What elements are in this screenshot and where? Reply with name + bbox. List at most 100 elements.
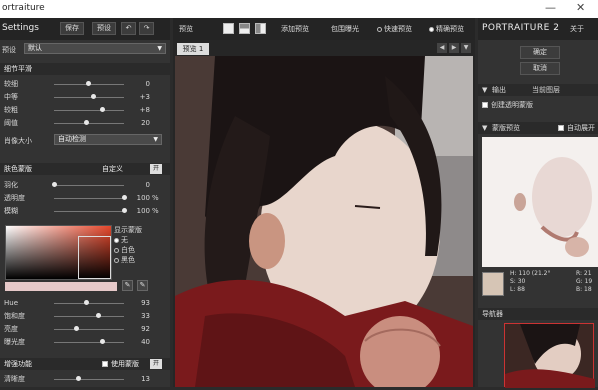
chevron-down-icon: ▼: [157, 45, 162, 52]
portrait-size-label: 肖像大小: [4, 137, 32, 145]
slider-track[interactable]: [54, 110, 124, 111]
split-vertical-icon[interactable]: [255, 23, 266, 34]
enhance-title: 增强功能: [4, 360, 32, 368]
enhance-section-header[interactable]: 增强功能 使用蒙版 开: [0, 358, 170, 370]
option-label: 无: [121, 236, 128, 244]
hue-row: Hue 93: [0, 298, 170, 308]
fine-preview-radio[interactable]: 精确预览: [429, 23, 464, 35]
use-mask-label: 使用蒙版: [111, 360, 139, 368]
window-titlebar: ortraiture — ✕: [0, 0, 598, 18]
color-readout: H: 110 (21.2° R: 21 S: 30 G: 19 L: 88 B: 18: [510, 270, 596, 294]
slider-value: 40: [141, 338, 150, 346]
toggle-icon[interactable]: 开: [150, 164, 162, 174]
preset-select[interactable]: 默认 ▼: [24, 43, 166, 54]
radio-icon: [114, 257, 119, 263]
slider-track[interactable]: [54, 316, 124, 317]
mask-preview-section: ▼ 蒙版预览 自动展开: [478, 122, 598, 134]
preset-label: 预设: [2, 46, 16, 54]
slider-track[interactable]: [54, 97, 124, 98]
slider-track[interactable]: [54, 123, 124, 124]
quick-preview-label: 快速预览: [384, 25, 412, 33]
detail-section-header[interactable]: 细节平滑: [0, 63, 170, 75]
slider-track[interactable]: [54, 198, 124, 199]
slider-value: +3: [139, 93, 150, 101]
toggle-icon[interactable]: 开: [150, 359, 162, 369]
slider-value: +8: [139, 106, 150, 114]
cancel-button[interactable]: 取消: [520, 62, 560, 75]
eyedropper-icon[interactable]: ✎: [122, 280, 133, 291]
slider-knob[interactable]: [100, 107, 105, 112]
close-button[interactable]: ✕: [576, 1, 585, 14]
slider-track[interactable]: [54, 303, 124, 304]
option-label: 白色: [121, 246, 135, 254]
mask-option-black[interactable]: 黑色: [114, 255, 142, 265]
slider-knob[interactable]: [76, 376, 81, 381]
split-horizontal-icon[interactable]: [239, 23, 250, 34]
mask-preview-title: 蒙版预览: [492, 124, 520, 132]
expand-icon[interactable]: ▼: [482, 122, 487, 134]
color-selection-box[interactable]: [78, 236, 111, 279]
settings-header: Settings 保存 预设 ↶ ↷: [0, 18, 170, 40]
about-button[interactable]: 关于: [570, 24, 584, 34]
slider-track[interactable]: [54, 329, 124, 330]
slider-label: 亮度: [4, 325, 18, 333]
chevron-down-icon[interactable]: ▼: [461, 43, 471, 53]
navigator-thumbnail[interactable]: [504, 323, 595, 388]
output-value[interactable]: 当前图层: [532, 84, 560, 96]
auto-expand-checkbox[interactable]: 自动展开: [558, 122, 595, 134]
preset-button[interactable]: 预设: [92, 22, 116, 35]
slider-knob[interactable]: [91, 94, 96, 99]
portrait-size-select[interactable]: 自动检测 ▼: [54, 134, 162, 145]
redo-button[interactable]: ↷: [139, 22, 154, 35]
save-button[interactable]: 保存: [60, 22, 84, 35]
minimize-button[interactable]: —: [545, 1, 556, 14]
slider-value: 33: [141, 312, 150, 320]
slider-knob[interactable]: [86, 81, 91, 86]
slider-track[interactable]: [54, 342, 124, 343]
single-view-icon[interactable]: [223, 23, 234, 34]
slider-knob[interactable]: [100, 339, 105, 344]
clarity-row: 清晰度 13: [0, 374, 170, 384]
preview-label: 预览: [179, 25, 193, 33]
slider-track[interactable]: [54, 185, 124, 186]
slider-knob[interactable]: [84, 120, 89, 125]
slider-track[interactable]: [54, 379, 124, 380]
saturation-readout: S: 30: [510, 278, 526, 285]
slider-knob[interactable]: [52, 182, 57, 187]
mask-option-white[interactable]: 白色: [114, 245, 142, 255]
slider-label: 模糊: [4, 207, 18, 215]
slider-knob[interactable]: [122, 195, 127, 200]
expand-icon[interactable]: ▼: [482, 84, 487, 96]
bracket-exposure-button[interactable]: 包围曝光: [331, 23, 359, 35]
preview-image[interactable]: [175, 56, 473, 387]
slider-knob[interactable]: [74, 326, 79, 331]
detail-row-medium: 中等 +3: [0, 92, 170, 102]
slider-knob[interactable]: [84, 300, 89, 305]
preset-row: 预设 默认 ▼: [0, 42, 170, 56]
slider-label: 清晰度: [4, 375, 25, 383]
slider-track[interactable]: [54, 211, 124, 212]
portrait-photo: [175, 56, 473, 387]
quick-preview-radio[interactable]: 快速预览: [377, 23, 412, 35]
ok-button[interactable]: 确定: [520, 46, 560, 59]
skin-mask-mode[interactable]: 自定义: [102, 163, 123, 175]
add-preview-button[interactable]: 添加预览: [281, 23, 309, 35]
navigator-section: 导航器: [478, 308, 598, 320]
eyedropper-add-icon[interactable]: ✎: [137, 280, 148, 291]
navigator-title: 导航器: [482, 310, 503, 318]
skin-mask-section-header[interactable]: 肤色蒙版 自定义 开: [0, 163, 170, 175]
use-mask-checkbox[interactable]: 使用蒙版: [102, 358, 139, 370]
tab-preview-1[interactable]: 预览 1: [177, 43, 209, 55]
slider-knob[interactable]: [122, 208, 127, 213]
preview-panel: 预览 添加预览 包围曝光 快速预览 精确预览 预览 1 ◀ ▶ ▼: [173, 18, 475, 387]
chevron-right-icon[interactable]: ▶: [449, 43, 459, 53]
slider-knob[interactable]: [96, 313, 101, 318]
transparent-mask-checkbox[interactable]: 创建透明蒙版: [482, 100, 533, 110]
chevron-left-icon[interactable]: ◀: [437, 43, 447, 53]
slider-value: 0: [145, 181, 150, 189]
undo-button[interactable]: ↶: [121, 22, 136, 35]
mask-option-none[interactable]: 无: [114, 235, 142, 245]
color-picker[interactable]: [5, 225, 112, 280]
hue-readout: H: 110 (21.2°: [510, 270, 551, 277]
output-title: 输出: [492, 86, 506, 94]
